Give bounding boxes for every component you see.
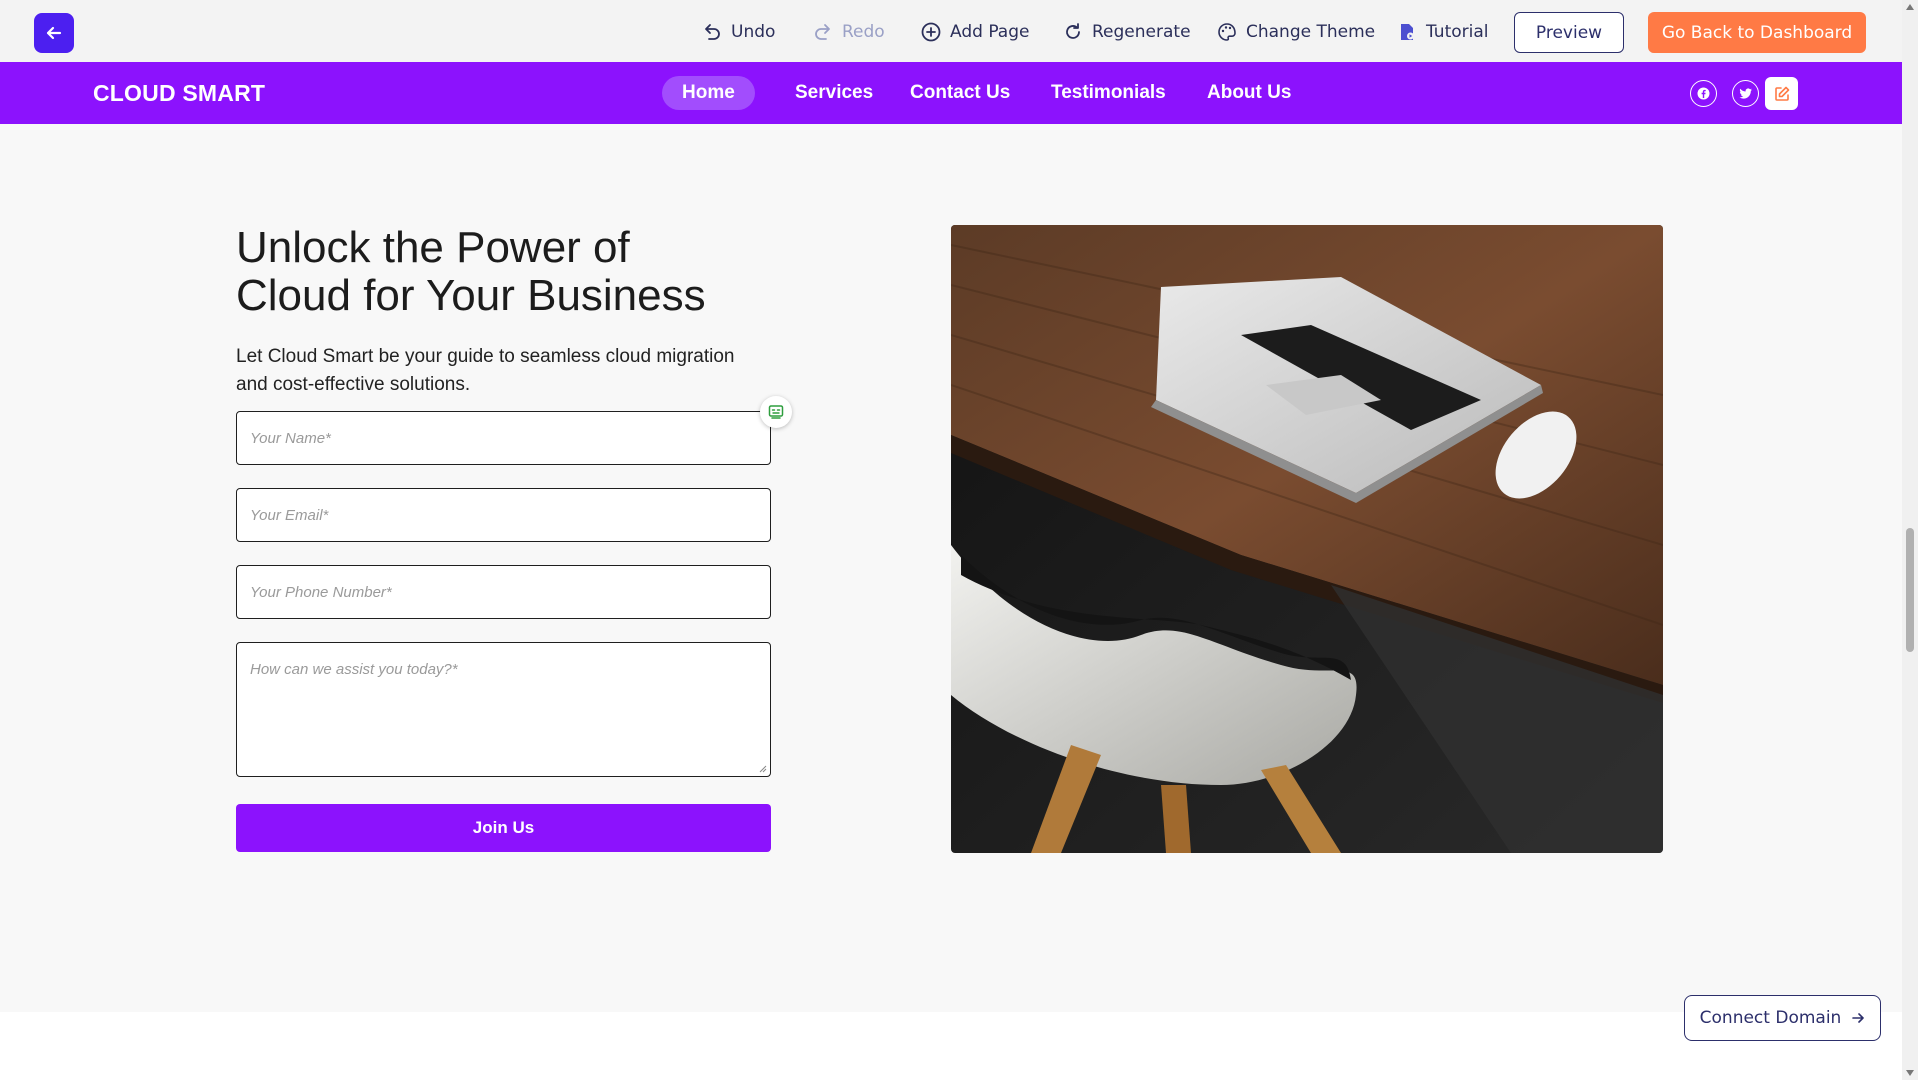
connect-domain-button[interactable]: Connect Domain [1684,995,1881,1041]
hero-image [951,225,1663,853]
nav-about-us[interactable]: About Us [1187,76,1311,110]
change-theme-label: Change Theme [1246,22,1376,42]
hero-heading-line1: Unlock the Power of [236,223,630,272]
undo-icon [705,24,720,40]
scroll-down-icon[interactable] [1906,1070,1914,1076]
site-logo[interactable]: CLOUD SMART [93,80,265,107]
scrollbar-thumb[interactable] [1906,528,1914,652]
hero-subtext: Let Cloud Smart be your guide to seamles… [236,346,735,395]
redo-icon [815,24,830,40]
palette-icon [1218,23,1236,41]
site-navbar: CLOUD SMART Home Services Contact Us Tes… [0,62,1902,124]
tutorial-icon [1401,24,1414,40]
redo-label: Redo [842,22,885,42]
nav-testimonials[interactable]: Testimonials [1031,76,1186,110]
email-placeholder: Your Email* [250,506,329,524]
email-input[interactable]: Your Email* [236,488,771,542]
join-us-button[interactable]: Join Us [236,804,771,852]
go-back-dashboard-button[interactable]: Go Back to Dashboard [1648,12,1866,53]
facebook-icon[interactable] [1690,80,1717,107]
undo-label: Undo [731,22,776,42]
message-placeholder: How can we assist you today?* [250,661,458,678]
resize-handle-icon[interactable] [759,765,767,773]
message-textarea[interactable]: How can we assist you today?* [236,642,771,777]
arrow-left-icon [46,26,62,40]
back-button[interactable] [34,13,74,53]
phone-placeholder: Your Phone Number* [250,583,392,601]
arrow-right-icon [1852,1013,1865,1023]
form-settings-icon[interactable] [760,396,792,428]
nav-services[interactable]: Services [775,76,893,110]
nav-contact-us[interactable]: Contact Us [890,76,1030,110]
editor-toolbar: Undo Redo Add Page Regenerate Change The… [0,0,1902,62]
redo-button[interactable]: Redo [812,18,885,46]
preview-button[interactable]: Preview [1514,12,1624,53]
scroll-up-icon[interactable] [1906,4,1914,10]
tutorial-label: Tutorial [1426,22,1489,42]
tutorial-button[interactable]: Tutorial [1396,18,1489,46]
name-placeholder: Your Name* [250,429,331,447]
change-theme-button[interactable]: Change Theme [1216,18,1375,46]
hero-section: Unlock the Power of Cloud for Your Busin… [0,124,1902,1012]
add-page-label: Add Page [950,22,1030,42]
undo-button[interactable]: Undo [701,18,775,46]
refresh-icon [1066,23,1080,39]
plus-circle-icon [921,22,941,42]
page-scrollbar[interactable] [1902,0,1918,1080]
regenerate-button[interactable]: Regenerate [1062,18,1191,46]
connect-domain-label: Connect Domain [1699,1008,1842,1028]
twitter-icon[interactable] [1732,80,1759,107]
nav-home[interactable]: Home [662,76,755,110]
name-input[interactable]: Your Name* [236,411,771,465]
hero-heading-line2: Cloud for Your Business [236,271,706,320]
edit-icon[interactable] [1765,77,1798,110]
hero-heading: Unlock the Power of Cloud for Your Busin… [236,224,796,320]
phone-input[interactable]: Your Phone Number* [236,565,771,619]
add-page-button[interactable]: Add Page [920,18,1029,46]
regenerate-label: Regenerate [1092,22,1191,42]
